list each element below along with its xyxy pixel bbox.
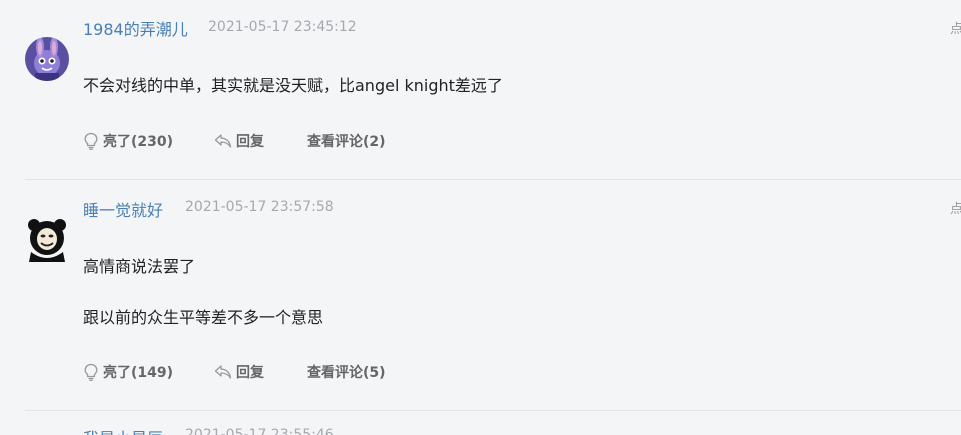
reply-arrow-icon	[214, 365, 232, 379]
comment-more-button[interactable]: 点	[950, 198, 961, 217]
comment-item: 我是小星辰 2021-05-17 23:55:46	[0, 410, 961, 435]
reply-button[interactable]: 回复	[214, 131, 264, 151]
like-count-label: 亮了(149)	[103, 365, 174, 381]
reply-arrow-icon	[214, 134, 232, 148]
like-count-label: 亮了(230)	[103, 134, 174, 150]
comment-more-button[interactable]: 点	[950, 18, 961, 37]
view-replies-label: 查看评论(2)	[307, 134, 386, 150]
comment-timestamp: 2021-05-17 23:57:58	[185, 199, 334, 215]
comment-username[interactable]: 1984的弄潮儿	[83, 16, 188, 40]
comment-timestamp: 2021-05-17 23:45:12	[208, 19, 357, 35]
panda-meme-avatar-icon[interactable]	[25, 218, 69, 262]
comment-username[interactable]: 睡一觉就好	[83, 197, 163, 221]
comment-item: 睡一觉就好 2021-05-17 23:57:58 点 高情商说法罢了 跟以前的…	[0, 180, 961, 410]
comment-text: 跟以前的众生平等差不多一个意思	[83, 308, 324, 327]
comment-text: 高情商说法罢了	[83, 257, 196, 276]
view-replies-button[interactable]: 查看评论(2)	[307, 131, 386, 151]
comment-text: 不会对线的中单，其实就是没天赋，比angel knight差远了	[83, 76, 503, 95]
comment-item: 1984的弄潮儿 2021-05-17 23:45:12 点 不会对线的中单，其…	[0, 0, 961, 180]
comment-username[interactable]: 我是小星辰	[83, 425, 163, 435]
reply-label: 回复	[236, 365, 264, 381]
view-replies-label: 查看评论(5)	[307, 365, 386, 381]
view-replies-button[interactable]: 查看评论(5)	[307, 362, 386, 382]
like-button[interactable]: 亮了(230)	[83, 131, 173, 151]
like-button[interactable]: 亮了(149)	[83, 362, 173, 382]
bunny-avatar-icon[interactable]	[25, 37, 69, 81]
comment-timestamp: 2021-05-17 23:55:46	[185, 427, 334, 435]
reply-button[interactable]: 回复	[214, 362, 264, 382]
lightbulb-icon	[84, 132, 98, 150]
lightbulb-icon	[84, 363, 98, 381]
reply-label: 回复	[236, 134, 264, 150]
